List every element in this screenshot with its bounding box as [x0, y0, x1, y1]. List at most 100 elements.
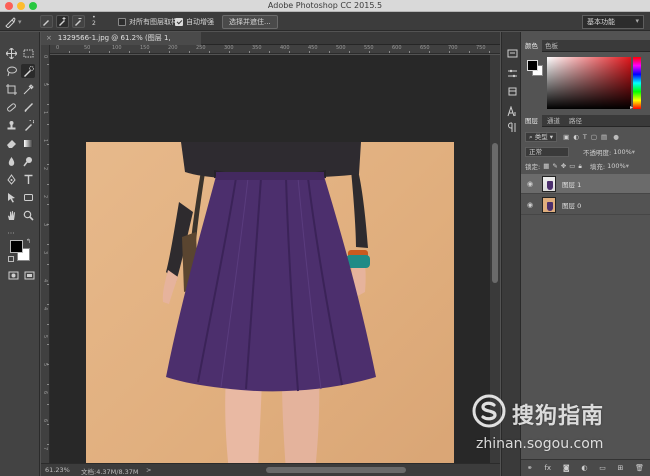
dodge-tool[interactable]	[21, 154, 35, 168]
gradient-tool[interactable]	[21, 136, 35, 150]
search-icon: ⌕	[529, 133, 533, 141]
vertical-scrollbar[interactable]	[490, 55, 500, 463]
lock-position-icon[interactable]: ✥	[561, 162, 566, 170]
filter-smart-icon[interactable]: ▤	[601, 133, 607, 141]
history-panel-button[interactable]	[505, 46, 519, 60]
tab-channels[interactable]: 通道	[543, 115, 564, 127]
move-tool[interactable]	[4, 46, 18, 60]
workspace-switcher[interactable]: 基本功能 ▾	[582, 14, 644, 29]
ruler-tick-label: 650	[420, 45, 430, 51]
character-panel-button[interactable]	[505, 104, 519, 118]
tool-preset-picker[interactable]: ▾	[4, 15, 22, 28]
history-brush-tool[interactable]	[21, 118, 35, 132]
document-tab[interactable]: × 1329566-1.jpg @ 61.2% (图层 1, RGB/8#) *	[41, 32, 201, 55]
path-selection-tool[interactable]	[4, 190, 18, 204]
filter-pixel-icon[interactable]: ▣	[563, 133, 569, 141]
default-colors-icon[interactable]	[8, 256, 14, 262]
tab-paths[interactable]: 路径	[565, 115, 586, 127]
fx-icon[interactable]: fx	[544, 464, 551, 472]
vertical-ruler[interactable]: 0 5 1 1 2 2 3 3 4 4 5 5 6 6 7	[41, 45, 50, 463]
chevron-down-icon[interactable]: ▾	[626, 162, 629, 170]
brush-tool[interactable]	[21, 100, 35, 114]
horizontal-scroll-thumb[interactable]	[266, 467, 406, 473]
close-document-icon[interactable]: ×	[46, 32, 52, 45]
document-image[interactable]	[86, 142, 454, 463]
ruler-tick-label: 250	[196, 45, 206, 51]
zoom-level[interactable]: 61.23%	[45, 466, 70, 474]
adjustment-icon[interactable]: ◐	[581, 464, 587, 472]
subtract-from-selection-button[interactable]	[72, 15, 85, 28]
adjustments-panel-button[interactable]	[505, 66, 519, 80]
folder-icon[interactable]: ▭	[599, 464, 606, 472]
color-swatches[interactable]	[8, 208, 34, 234]
lock-artboard-icon[interactable]: ▭	[569, 162, 575, 170]
new-layer-icon[interactable]: ⊞	[618, 464, 624, 472]
filter-toggle-icon[interactable]: ●	[613, 133, 619, 141]
screen-mode-button[interactable]	[22, 268, 36, 282]
sample-all-layers-checkbox[interactable]	[118, 17, 126, 26]
clone-stamp-tool[interactable]	[4, 118, 18, 132]
document-info[interactable]: 文档:4.37M/8.37M	[81, 466, 139, 476]
auto-enhance-option[interactable]: 自动增强	[175, 15, 214, 28]
crop-tool[interactable]	[4, 82, 18, 96]
swap-colors-icon[interactable]: ↰	[26, 238, 31, 245]
eye-icon[interactable]: ◉	[524, 201, 536, 209]
eraser-tool[interactable]	[4, 136, 18, 150]
color-field-picker[interactable]	[547, 57, 631, 109]
chevron-down-icon[interactable]: ▾	[632, 148, 635, 156]
tab-layers[interactable]: 图层	[521, 115, 542, 127]
ruler-tick-label: 4	[42, 307, 48, 311]
filter-shape-icon[interactable]: ▢	[591, 133, 597, 141]
brush-size-picker[interactable]: • 2	[92, 15, 96, 28]
opacity-value[interactable]: 100%	[613, 148, 632, 156]
layer-row-layer0[interactable]: ◉ 图层 0	[521, 195, 650, 215]
layer-name[interactable]: 图层 1	[562, 179, 581, 189]
canvas-area[interactable]	[50, 55, 490, 463]
stamp-icon	[7, 120, 15, 129]
tab-color[interactable]: 颜色	[521, 40, 542, 52]
status-expand-arrow[interactable]: >	[146, 466, 151, 474]
pen-tool[interactable]	[4, 172, 18, 186]
lock-pixels-icon[interactable]: ✎	[552, 162, 557, 170]
add-to-selection-button[interactable]	[56, 15, 69, 28]
lock-transparency-icon[interactable]: ▦	[543, 162, 549, 170]
vertical-scroll-thumb[interactable]	[492, 143, 498, 283]
healing-brush-tool[interactable]	[4, 100, 18, 114]
trash-icon[interactable]: 🗑︎	[635, 464, 644, 472]
layer-row-layer1[interactable]: ◉ 图层 1	[521, 174, 650, 194]
marquee-tool[interactable]	[21, 46, 35, 60]
paragraph-panel-button[interactable]	[505, 120, 519, 134]
select-and-mask-button[interactable]: 选择并遮住...	[222, 14, 278, 29]
document-tab-strip: × 1329566-1.jpg @ 61.2% (图层 1, RGB/8#) *	[41, 32, 500, 55]
droplet-icon	[8, 156, 14, 166]
blend-mode-select[interactable]: 正常	[525, 147, 569, 157]
properties-panel-button[interactable]	[505, 84, 519, 98]
lasso-tool[interactable]	[4, 64, 18, 78]
shape-tool[interactable]	[21, 190, 35, 204]
quick-mask-button[interactable]	[6, 268, 20, 282]
layer-name[interactable]: 图层 0	[562, 200, 581, 210]
hue-slider-handle[interactable]: ▸	[630, 104, 633, 111]
type-tool[interactable]	[21, 172, 35, 186]
eyedropper-tool[interactable]	[21, 82, 35, 96]
layer-filter-select[interactable]: ⌕ 类型 ▾	[525, 132, 558, 142]
foreground-swatch-panel[interactable]	[527, 60, 538, 71]
new-selection-button[interactable]	[40, 15, 53, 28]
history-brush-icon	[24, 119, 34, 131]
filter-type-icon[interactable]: T	[583, 133, 587, 141]
quick-selection-tool[interactable]	[21, 64, 35, 78]
foreground-color-swatch[interactable]	[10, 240, 23, 253]
lock-all-icon[interactable]: 🔒︎	[578, 162, 581, 171]
sample-all-layers-option[interactable]: 对所有图层取样	[118, 15, 178, 28]
auto-enhance-checkbox[interactable]	[175, 17, 183, 26]
horizontal-ruler[interactable]: 0 50 100 150 200 250 300 350 400 450 500 550 600 650 7…	[50, 45, 500, 54]
hue-slider[interactable]	[633, 57, 641, 109]
filter-adjustment-icon[interactable]: ◐	[573, 133, 579, 141]
mask-icon[interactable]: ◙	[563, 464, 570, 472]
fill-value[interactable]: 100%	[607, 162, 626, 170]
ruler-tick-label: 500	[336, 45, 346, 51]
link-icon[interactable]: ⚭	[527, 464, 533, 472]
tab-swatches[interactable]: 色板	[541, 40, 562, 52]
eye-icon[interactable]: ◉	[524, 180, 536, 188]
blur-tool[interactable]	[4, 154, 18, 168]
